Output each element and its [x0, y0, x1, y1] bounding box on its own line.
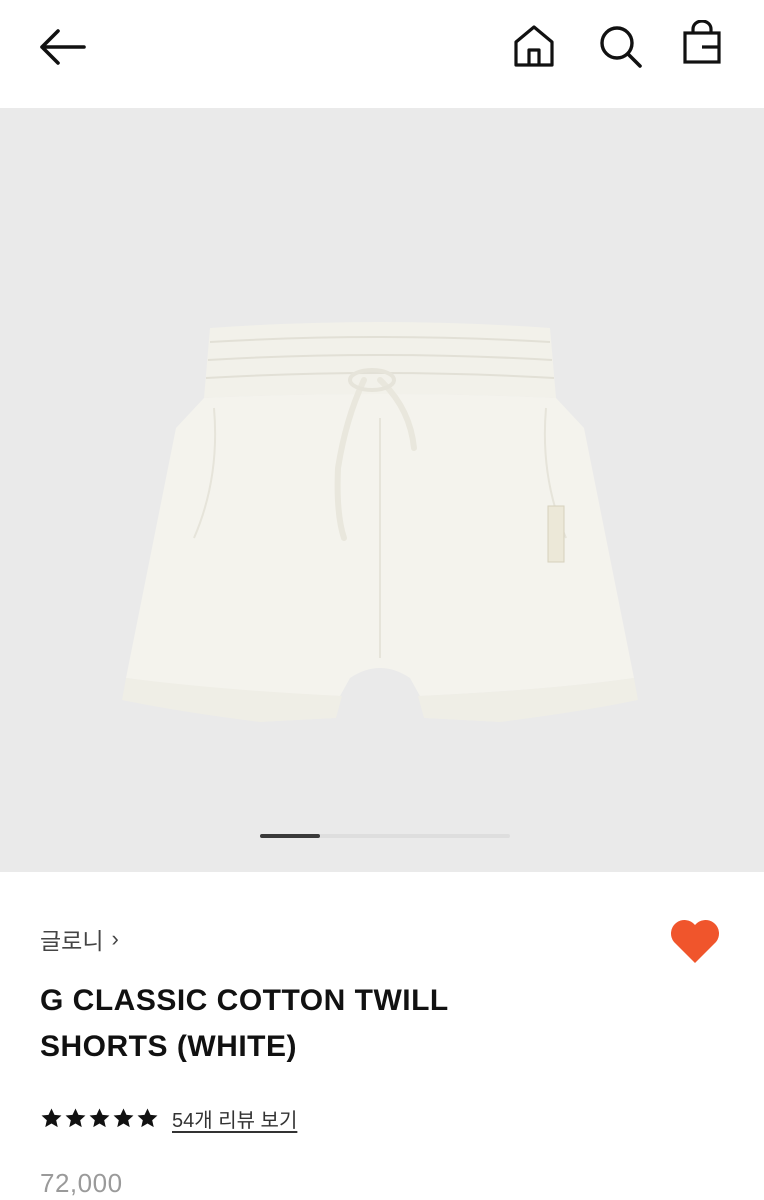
cart-button[interactable] [678, 20, 726, 68]
search-button[interactable] [596, 22, 644, 70]
brand-name: 글로니 [40, 928, 104, 954]
shopping-bag-icon [683, 20, 721, 64]
chevron-right-icon: › [111, 926, 119, 951]
heart-icon [670, 919, 720, 963]
home-button[interactable] [510, 22, 558, 70]
arrow-left-icon [40, 29, 86, 65]
product-title-line-2: SHORTS (WHITE) [40, 1030, 297, 1063]
back-button[interactable] [34, 24, 90, 70]
home-icon [514, 25, 554, 67]
reviews-link[interactable]: 54개 리뷰 보기 [172, 1104, 297, 1133]
wishlist-button[interactable] [668, 916, 722, 966]
brand-link[interactable]: 글로니 › [40, 922, 119, 956]
product-title: G CLASSIC COTTON TWILL SHORTS (WHITE) [40, 978, 600, 1070]
gallery-slide-indicator-active [260, 834, 320, 838]
star-icon [113, 1108, 134, 1128]
top-navigation-bar [0, 0, 764, 108]
product-title-line-1: G CLASSIC COTTON TWILL [40, 984, 449, 1017]
gallery-slide-indicator [260, 834, 510, 838]
search-icon [600, 26, 642, 68]
star-icon [65, 1108, 86, 1128]
star-icon [89, 1108, 110, 1128]
product-info-section: 글로니 › G CLASSIC COTTON TWILL SHORTS (WHI… [0, 872, 764, 1200]
star-icon [137, 1108, 158, 1128]
rating-stars [40, 1107, 160, 1130]
product-image [122, 322, 638, 722]
rating-row: 54개 리뷰 보기 [40, 1104, 297, 1133]
star-icon [41, 1108, 62, 1128]
product-image-gallery[interactable] [0, 108, 764, 872]
product-price: 72,000 [40, 1168, 123, 1198]
